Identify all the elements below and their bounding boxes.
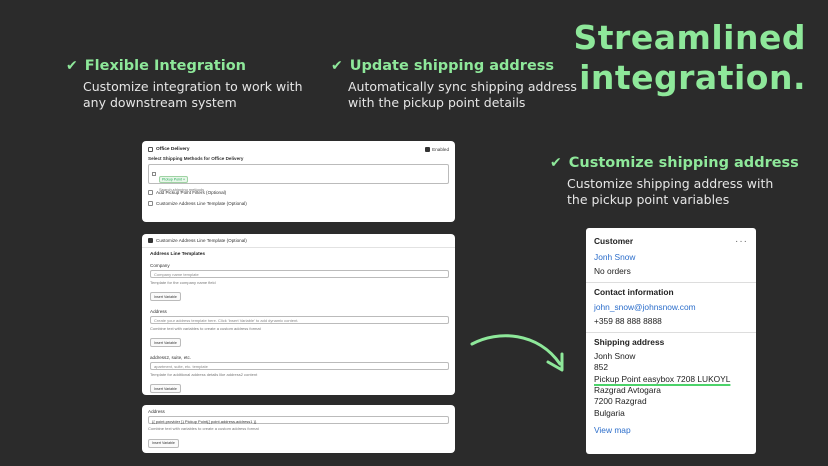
address-label: Address xyxy=(148,409,165,414)
list-icon xyxy=(152,172,156,176)
company-field-group: Company Company name template Template f… xyxy=(150,263,449,303)
headline: Streamlined integration. xyxy=(574,18,806,98)
select-methods-label: Select Shipping Methods for Office Deliv… xyxy=(148,156,244,161)
more-horizontal-icon[interactable]: ··· xyxy=(735,236,748,247)
office-delivery-card: Office Delivery Enabled Select Shipping … xyxy=(142,141,455,222)
shipping-address: Jonh Snow 852 Pickup Point easybox 7208 … xyxy=(594,351,748,419)
feature-title: Update shipping address xyxy=(349,58,555,74)
enabled-checkbox[interactable] xyxy=(425,147,431,152)
address2-field-group: address2, suite, etc. apartment, suite, … xyxy=(150,355,449,395)
feature-desc-line: Automatically sync shipping address xyxy=(348,79,577,94)
feature-customize-shipping-address: ✔ Customize shipping address Customize s… xyxy=(550,155,799,208)
insert-variable-button[interactable]: Insert Variable xyxy=(150,292,181,302)
selected-method-tag[interactable]: Pickup Point × xyxy=(159,175,189,183)
address2-help: Template for additional address details … xyxy=(150,371,258,377)
address-template-checkbox[interactable] xyxy=(148,238,153,243)
check-icon: ✔ xyxy=(66,58,78,74)
address-template-header: Customize Address Line Template (Optiona… xyxy=(156,238,247,243)
address-line: Razgrad Avtogara xyxy=(594,385,661,396)
company-label: Company xyxy=(150,262,170,268)
feature-update-shipping-address: ✔ Update shipping address Automatically … xyxy=(331,58,577,111)
address-template-checkbox[interactable] xyxy=(148,201,153,206)
divider xyxy=(586,282,756,283)
company-help: Template for the company name field xyxy=(150,279,216,285)
address-template-option[interactable]: Customize Address Line Template (Optiona… xyxy=(148,201,449,206)
office-delivery-title: Office Delivery xyxy=(156,147,190,152)
address-line: 7200 Razgrad xyxy=(594,396,647,407)
feature-desc-line: the pickup point variables xyxy=(567,192,730,207)
address2-label: address2, suite, etc. xyxy=(150,354,192,360)
shipping-methods-select[interactable]: Pickup Point × Search shipping methods xyxy=(148,164,449,192)
address-help: Combine text with variables to create a … xyxy=(150,325,261,331)
feature-desc-line: Customize shipping address with xyxy=(567,176,774,191)
address-line-highlighted: Pickup Point easybox 7208 LUKOYL xyxy=(594,373,731,384)
orders-count: No orders xyxy=(594,265,631,276)
store-icon xyxy=(148,147,153,152)
feature-title: Flexible Integration xyxy=(84,58,246,74)
address-example-card: Address {{ point.provider }} Pickup Poin… xyxy=(142,405,455,453)
address-line: Jonh Snow xyxy=(594,350,636,361)
insert-variable-button[interactable]: Insert Variable xyxy=(148,438,179,448)
insert-variable-button[interactable]: Insert Variable xyxy=(150,338,181,348)
search-methods-input[interactable]: Search shipping methods xyxy=(159,187,445,192)
divider xyxy=(586,331,756,333)
feature-desc-line: with the pickup point details xyxy=(348,95,526,110)
insert-variable-button[interactable]: Insert Variable xyxy=(150,384,181,394)
pickup-filters-checkbox[interactable] xyxy=(148,190,153,195)
customer-card: Customer ··· Jonh Snow No orders Contact… xyxy=(586,228,756,454)
address-line: Bulgaria xyxy=(594,407,625,418)
address-value-input[interactable]: {{ point.provider }} Pickup Point{{ poin… xyxy=(148,416,449,424)
check-icon: ✔ xyxy=(331,58,343,74)
address-label: Address xyxy=(150,308,167,314)
curved-arrow-icon xyxy=(470,334,564,372)
section-title: Address Line Templates xyxy=(150,251,206,257)
feature-flexible-integration: ✔ Flexible Integration Customize integra… xyxy=(66,58,303,111)
divider xyxy=(142,247,455,248)
contact-title: Contact information xyxy=(594,286,674,297)
phone-number: +359 88 888 8888 xyxy=(594,315,662,326)
view-map-link[interactable]: View map xyxy=(594,425,748,436)
address-line: 852 xyxy=(594,362,608,373)
address2-template-input[interactable]: apartment, suite, etc. template xyxy=(150,361,449,370)
shipping-title: Shipping address xyxy=(594,336,665,347)
feature-title: Customize shipping address xyxy=(568,155,799,171)
address-template-card: Customize Address Line Template (Optiona… xyxy=(142,234,455,395)
feature-desc-line: Customize integration to work with xyxy=(83,79,303,94)
customer-name-link[interactable]: Jonh Snow xyxy=(594,252,748,263)
address-field-group: Address Create your address template her… xyxy=(150,309,449,349)
customer-title: Customer xyxy=(594,236,634,246)
enabled-label: Enabled xyxy=(432,147,449,152)
check-icon: ✔ xyxy=(550,155,562,171)
headline-line-2: integration. xyxy=(579,58,806,97)
feature-desc-line: any downstream system xyxy=(83,95,237,110)
company-template-input[interactable]: Company name template xyxy=(150,269,449,278)
email-link[interactable]: john_snow@johnsnow.com xyxy=(594,302,748,313)
headline-line-1: Streamlined xyxy=(573,18,806,57)
address-template-input[interactable]: Create your address template here. Click… xyxy=(150,315,449,324)
address-help: Combine text with variables to create a … xyxy=(148,426,259,431)
